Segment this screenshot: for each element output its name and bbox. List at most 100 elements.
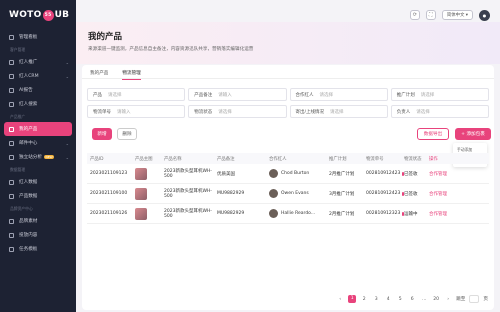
product-name: 2023新款头型耳机WH-500 — [164, 209, 212, 219]
menu-item-icon — [9, 101, 14, 107]
column-header: 物流状态 — [404, 156, 422, 162]
table-row[interactable]: 2023021109123 2023新款头型耳机WH-500 优质美国 Chod Bu… — [87, 164, 489, 184]
tracking-cell: 002810912423 — [366, 191, 404, 196]
logo[interactable]: WOTO 55 UB — [0, 0, 76, 30]
fullscreen-icon[interactable]: ⛶ — [425, 10, 436, 20]
page-number[interactable]: ... — [420, 297, 428, 302]
goto-input[interactable] — [469, 295, 480, 303]
avatar[interactable]: ● — [479, 9, 490, 21]
export-button[interactable]: 数据导出 — [417, 128, 449, 140]
influencer-cell: Chod Burton — [269, 169, 329, 178]
sidebar-item[interactable]: AI报告 — [0, 83, 76, 97]
add-button[interactable]: 新增 — [92, 128, 112, 140]
influencer-name: Chod Burton — [281, 171, 310, 176]
sidebar-item[interactable]: 投放内容 — [0, 228, 76, 242]
manage-link[interactable]: 合作管理 — [429, 211, 453, 217]
sidebar-item-label: 邮件中心 — [19, 141, 38, 146]
filter-placeholder: 请选择 — [319, 92, 334, 98]
sidebar-item-label: 红人搜索 — [19, 102, 38, 107]
pagination: ‹ 1 2 3 4 5 6... 20 › 跳至 页 — [82, 295, 494, 303]
page-number[interactable]: 20 — [432, 297, 440, 302]
product-image — [135, 187, 147, 200]
content-card: 我的产品 物流管理 产品 请选择 产品备注 请输入 合作红人 请选择 推广计划 请选择物流单号… — [82, 65, 494, 310]
filter-field[interactable]: 负责人 请选择 — [390, 105, 489, 118]
sidebar-item-label: 红人CRM — [19, 74, 39, 79]
filter-field[interactable]: 产品 请选择 — [87, 88, 186, 101]
chevron-down-icon: ⌄ — [65, 73, 69, 79]
table-row[interactable]: 2023021109126 2023新款头型耳机WH-500 MU9882929 Ha… — [87, 204, 489, 224]
column-header: 产品主图 — [135, 156, 153, 162]
page-unit-label: 页 — [483, 297, 488, 302]
product-id: 2023021109126 — [90, 211, 128, 216]
sidebar-item-label: 任务模板 — [19, 247, 38, 252]
page-number[interactable]: 6 — [408, 297, 416, 302]
filter-field[interactable]: 寄出/上线情况 请选择 — [289, 105, 388, 118]
nav-group-label: 数据管理 — [10, 167, 26, 172]
status-badge: 已签收 — [404, 191, 418, 197]
tracking-number: 002810912323 — [366, 211, 401, 216]
prev-page-button[interactable]: ‹ — [336, 297, 344, 302]
page-number[interactable]: 5 — [396, 297, 404, 302]
manage-link[interactable]: 合作管理 — [429, 191, 453, 197]
sidebar-item[interactable]: 管理看板 — [0, 30, 76, 44]
filter-label: 产品备注 — [194, 92, 213, 98]
sidebar-item[interactable]: 红人CRM ⌄ — [0, 69, 76, 83]
product-image-cell — [135, 167, 164, 180]
sidebar-item[interactable]: 品牌素材 — [0, 214, 76, 228]
filter-field[interactable]: 物流状态 请选择 — [188, 105, 287, 118]
sidebar-item[interactable]: 我的产品 — [4, 122, 72, 136]
page-number[interactable]: 2 — [360, 297, 368, 302]
tracking-number: 002810912423 — [366, 171, 401, 176]
filter-field[interactable]: 合作红人 请选择 — [289, 88, 388, 101]
language-label: 简体中文 — [446, 13, 465, 18]
sidebar-nav: 管理看板 客户管理 红人推广 ⌄ 红人CRM ⌄ AI报告 红人搜索 产品推广 我的产品 邮件中心 ⌄… — [0, 30, 76, 256]
sidebar-item[interactable]: 红人数据 — [0, 175, 76, 189]
sidebar-item[interactable]: 任务模板 — [0, 242, 76, 256]
sidebar-item[interactable]: 邮件中心 ⌄ — [0, 136, 76, 150]
menu-item-icon — [9, 126, 14, 132]
new-badge: NEW — [43, 155, 55, 159]
menu-item-icon — [9, 73, 14, 79]
page-number[interactable]: 3 — [372, 297, 380, 302]
delete-button[interactable]: 删除 — [117, 128, 137, 140]
add-package-button[interactable]: + 添加包裹 — [455, 128, 491, 140]
logo-badge: 55 — [42, 9, 54, 21]
tracking-number: 002810912423 — [366, 191, 401, 196]
logo-text: WOTO — [9, 10, 42, 20]
filter-field[interactable]: 推广计划 请选择 — [390, 88, 489, 101]
page-number[interactable]: 4 — [384, 297, 392, 302]
filter-label: 物流单号 — [93, 109, 111, 115]
sidebar-item-label: 管理看板 — [19, 35, 38, 40]
filter-row: 物流单号 请输入 物流状态 请选择 寄出/上线情况 请选择 负责人 请选择 — [87, 105, 489, 118]
sidebar-item[interactable]: 红人搜索 — [0, 97, 76, 111]
language-select[interactable]: 简体中文 ▾ — [441, 10, 473, 20]
manage-link[interactable]: 合作管理 — [429, 171, 453, 177]
influencer-name: Owen Evans — [281, 191, 309, 196]
column-header: 操作 — [429, 156, 438, 162]
menu-item-icon — [9, 218, 14, 224]
product-image — [135, 207, 147, 220]
menu-item-icon — [9, 154, 14, 160]
tracking-cell: 002810912323 — [366, 211, 404, 216]
refresh-icon[interactable]: ⟳ — [409, 10, 420, 20]
menu-item-icon — [9, 232, 14, 238]
sidebar-item[interactable]: 独立站分析 NEW ⌄ — [0, 150, 76, 164]
tab-logistics[interactable]: 物流管理 — [122, 70, 142, 80]
product-note: MU9882929 — [217, 191, 245, 196]
filter-field[interactable]: 产品备注 请输入 — [188, 88, 287, 101]
table-row[interactable]: 2023021109100 2023新款头型耳机WH-500 MU9882929 Ow… — [87, 184, 489, 204]
menu-item-icon — [9, 140, 14, 146]
nav-group-label: 产品推广 — [10, 114, 26, 119]
sidebar-item[interactable]: 产品数据 — [0, 189, 76, 203]
next-page-button[interactable]: › — [444, 297, 452, 302]
logo-text-suffix: UB — [54, 10, 70, 20]
page-number[interactable]: 1 — [348, 295, 357, 303]
nav-group-label: 品牌资产中心 — [10, 206, 33, 211]
promo-plan: 2月推广计划 — [329, 211, 355, 217]
filter-field[interactable]: 物流单号 请输入 — [87, 105, 186, 118]
menu-item-icon — [9, 179, 14, 185]
tab-my-products[interactable]: 我的产品 — [90, 70, 108, 79]
sidebar-item[interactable]: 红人推广 ⌄ — [0, 55, 76, 69]
menu-item-icon — [9, 193, 14, 199]
sidebar-item-label: 品牌素材 — [19, 219, 38, 224]
